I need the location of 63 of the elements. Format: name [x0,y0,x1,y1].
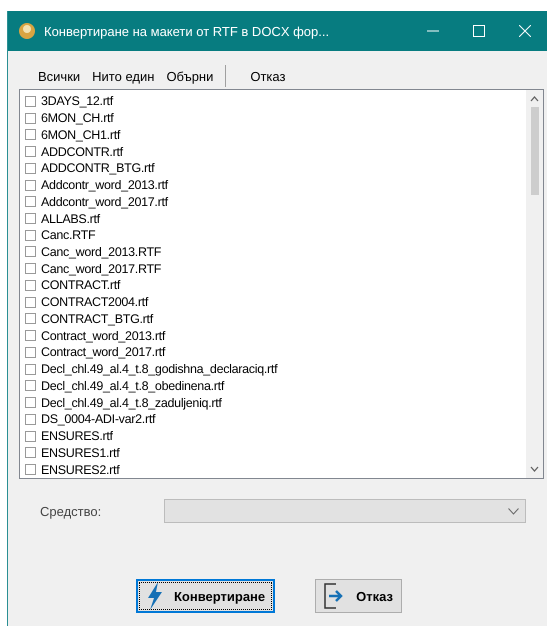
toolbar-link[interactable]: Отказ [244,68,292,84]
toolbar-link[interactable]: Нито един [86,68,160,84]
file-name[interactable]: Contract_word_2017.rtf [41,345,166,360]
scroll-down-icon[interactable] [530,466,539,472]
maximize-icon [473,25,485,37]
toolbar-link[interactable]: Обърни [160,68,220,84]
file-name[interactable]: ENSURES.rtf [41,429,113,444]
file-name[interactable]: Contract_word_2013.rtf [41,328,166,343]
file-name[interactable]: CONTRACT.rtf [41,278,120,292]
checkbox[interactable] [25,230,36,241]
file-name[interactable]: Canc_word_2017.RTF [41,262,162,276]
file-name[interactable]: 3DAYS_12.rtf [41,94,113,108]
checkbox[interactable] [25,146,36,158]
toolbar-link[interactable]: Всички [32,68,86,84]
scroll-thumb[interactable] [530,107,538,195]
checkbox[interactable] [25,464,36,476]
file-name[interactable]: ENSURES1.rtf [41,446,120,460]
checkbox[interactable] [25,330,36,342]
file-name[interactable]: 6MON_CH1.rtf [41,128,120,142]
file-name[interactable]: 6MON_CH.rtf [41,111,114,126]
file-name[interactable]: Addcontr_word_2017.rtf [41,194,168,209]
checkbox[interactable] [25,430,36,442]
lightning-icon [146,582,164,610]
checkbox[interactable] [25,447,36,458]
file-name[interactable]: ADDCONTR.rtf [41,144,123,159]
file-name[interactable]: CONTRACT_BTG.rtf [41,312,153,326]
checkbox[interactable] [25,196,36,208]
tool-label: Средство: [40,504,102,518]
checkbox[interactable] [25,414,36,425]
cancel-button[interactable]: Отказ [315,579,402,613]
checkbox[interactable] [25,213,36,224]
file-name[interactable]: Canc_word_2013.RTF [41,244,162,259]
file-name[interactable]: DS_0004-ADI-var2.rtf [41,412,156,426]
file-name[interactable]: Canc.RTF [41,228,96,242]
file-name[interactable]: CONTRACT2004.rtf [41,295,148,310]
convert-button[interactable]: Конвертиране [136,579,276,613]
checkbox[interactable] [25,162,36,174]
checkbox[interactable] [25,112,36,124]
checkbox[interactable] [25,180,36,191]
scrollbar[interactable] [526,90,543,478]
file-name[interactable]: Decl_chl.49_al.4_t.8_obedinena.rtf [41,378,224,393]
window-title: Конвертиране на макети от RTF в DOCX фор... [44,24,330,38]
checkbox[interactable] [25,364,36,375]
file-name[interactable]: ENSURES2.rtf [41,462,120,477]
scroll-up-icon[interactable] [530,96,539,102]
file-name[interactable]: ALLABS.rtf [41,212,100,226]
checkbox[interactable] [25,263,36,274]
checkbox[interactable] [25,96,36,107]
checkbox[interactable] [25,313,36,324]
file-name[interactable]: ADDCONTR_BTG.rtf [41,161,154,176]
checkbox[interactable] [25,246,36,258]
chevron-down-icon [508,508,519,514]
app-icon [18,22,36,40]
checkbox[interactable] [25,296,36,308]
file-name[interactable]: Decl_chl.49_al.4_t.8_zaduljeniq.rtf [41,396,222,410]
checkbox[interactable] [25,280,36,291]
file-name[interactable]: Addcontr_word_2013.rtf [41,178,168,192]
file-name[interactable]: Decl_chl.49_al.4_t.8_godishna_declaraciq.rtf [41,362,278,376]
close-icon [519,25,531,37]
checkbox[interactable] [25,346,36,358]
checkbox[interactable] [25,380,36,392]
checkbox[interactable] [25,129,36,140]
checkbox[interactable] [25,397,36,408]
